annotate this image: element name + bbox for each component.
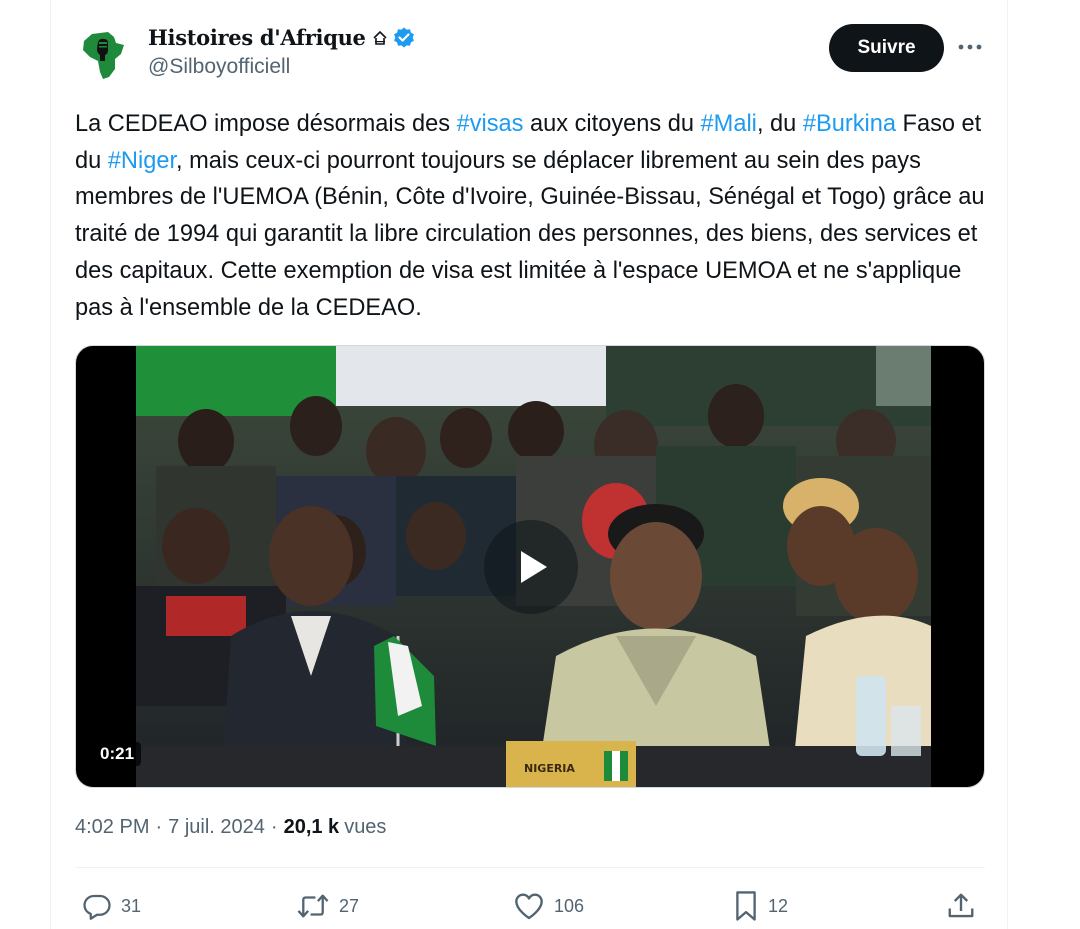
bookmark-button[interactable]: 12 (733, 888, 788, 924)
meta-separator: · (270, 816, 278, 838)
author-name[interactable]: Histoires d'Afrique (148, 25, 366, 50)
views-count: 20,1 k (283, 816, 340, 838)
follow-button[interactable]: Suivre (829, 24, 944, 72)
share-icon (948, 893, 974, 918)
hashtag-visas[interactable]: #visas (457, 111, 524, 137)
bookmark-icon (736, 891, 756, 921)
tweet-text-segment: , du (756, 111, 803, 137)
tweet-time[interactable]: 4:02 PM (75, 816, 149, 839)
africa-map-fist-icon (83, 32, 124, 79)
hashtag-burkina[interactable]: #Burkina (803, 111, 896, 137)
share-button[interactable] (946, 888, 976, 924)
verified-badge-icon[interactable] (392, 26, 416, 50)
reply-count: 31 (121, 895, 142, 916)
views-label: vues (344, 816, 387, 838)
like-icon (515, 893, 543, 920)
bookmark-count: 12 (768, 895, 789, 916)
tweet-text-segment: La CEDEAO impose désormais des (75, 111, 457, 137)
more-options-button[interactable] (953, 32, 987, 62)
nation-placard-text: NIGERIA (524, 762, 575, 775)
hashtag-niger[interactable]: #Niger (108, 148, 176, 174)
tweet-text-segment: , mais ceux-ci pourront toujours se dépl… (75, 147, 985, 321)
house-icon (372, 30, 388, 46)
hashtag-mali[interactable]: #Mali (701, 111, 757, 137)
divider (75, 867, 985, 868)
reply-button[interactable]: 31 (82, 888, 141, 924)
author-handle[interactable]: @Silboyofficiell (148, 55, 290, 79)
repost-count: 27 (339, 895, 360, 916)
play-button[interactable] (484, 520, 578, 614)
repost-button[interactable]: 27 (296, 888, 359, 924)
video-duration-badge: 0:21 (93, 742, 142, 766)
tweet-text-segment: aux citoyens du (523, 111, 701, 137)
tweet-text: La CEDEAO impose désormais des #visas au… (75, 106, 995, 326)
tweet-date[interactable]: 7 juil. 2024 (168, 816, 265, 839)
avatar[interactable] (78, 28, 132, 82)
reply-icon (83, 894, 111, 920)
repost-icon (297, 894, 329, 918)
tweet-meta: 4:02 PM · 7 juil. 2024 · 20,1 k vues (75, 816, 386, 839)
like-count: 106 (554, 895, 585, 916)
play-icon (521, 551, 547, 583)
author-name-row[interactable]: Histoires d'Afrique (148, 25, 416, 50)
video-player[interactable]: NIGERIA 0:21 (75, 345, 985, 788)
more-horizontal-icon (958, 44, 982, 50)
meta-separator: · (155, 816, 163, 838)
like-button[interactable]: 106 (513, 888, 584, 924)
